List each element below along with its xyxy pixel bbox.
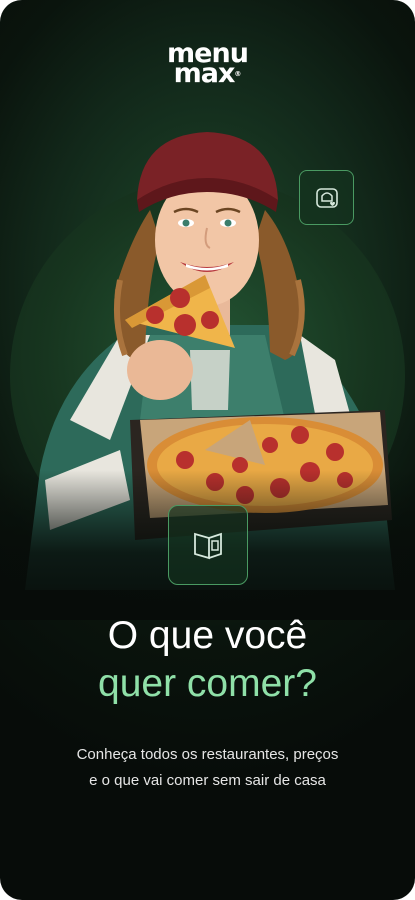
headline: O que você quer comer? <box>0 612 415 708</box>
headline-line-2: quer comer? <box>98 662 317 705</box>
menu-book-icon <box>168 505 248 585</box>
subtitle: Conheça todos os restaurantes, preços e … <box>20 742 395 794</box>
subtitle-line-1: Conheça todos os restaurantes, preços <box>76 746 339 763</box>
onboarding-screen: menu max® O que você quer comer? Conheça… <box>0 0 415 900</box>
registered-mark: ® <box>234 70 242 78</box>
menumax-logo: menu max® <box>0 40 415 87</box>
subtitle-line-2: e o que vai comer sem sair de casa <box>89 772 326 789</box>
headline-line-1: O que você <box>107 614 308 657</box>
logo-line-2: max <box>173 58 236 89</box>
dish-heart-icon <box>299 170 354 225</box>
